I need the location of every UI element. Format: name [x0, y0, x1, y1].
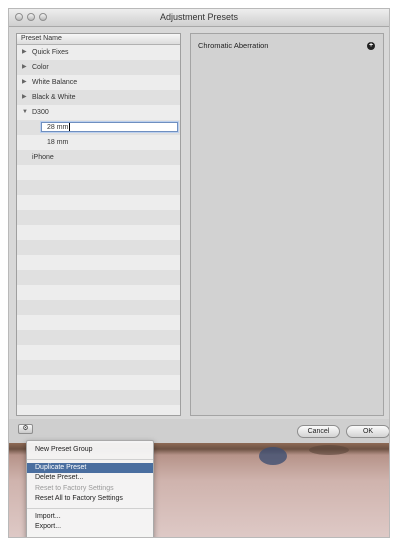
gear-icon: ⚙ [22, 425, 29, 432]
menu-item-delete-preset[interactable]: Delete Preset... [27, 473, 153, 484]
ok-button[interactable]: OK [346, 425, 389, 438]
text-cursor [69, 123, 71, 132]
disclosure-triangle-expanded-icon[interactable]: ▼ [22, 105, 28, 120]
adjustment-name: Chromatic Aberration [198, 41, 269, 50]
disclosure-triangle-icon[interactable]: ▶ [22, 75, 27, 90]
list-item-label: Quick Fixes [32, 49, 69, 56]
list-item-label: White Balance [32, 79, 78, 86]
list-item-black-and-white[interactable]: ▶ Black & White [17, 90, 180, 105]
gear-menu-button[interactable]: ⚙ [18, 424, 33, 434]
list-item-color[interactable]: ▶ Color [17, 60, 180, 75]
list-item-label: Color [32, 64, 49, 71]
plus-circle-icon[interactable]: + [367, 42, 375, 50]
list-item-white-balance[interactable]: ▶ White Balance [17, 75, 180, 90]
menu-item-reset-all-to-factory[interactable]: Reset All to Factory Settings [27, 494, 153, 505]
photo-detail [259, 447, 287, 465]
preset-detail-pane: Chromatic Aberration + [190, 33, 384, 416]
menu-item-import[interactable]: Import... [27, 512, 153, 523]
title-bar[interactable]: Adjustment Presets [9, 9, 389, 27]
list-item-iphone[interactable]: iPhone [17, 150, 180, 165]
disclosure-triangle-icon[interactable]: ▶ [22, 45, 27, 60]
menu-item-reset-to-factory: Reset to Factory Settings [35, 484, 114, 492]
menu-separator [27, 458, 153, 460]
preset-rows: ▶ Quick Fixes ▶ Color ▶ White Balance ▶ … [17, 45, 180, 415]
menu-item-duplicate-preset[interactable]: Duplicate Preset [27, 462, 153, 473]
menu-separator [27, 507, 153, 509]
adjustment-presets-window: Adjustment Presets Preset Name ▶ Quick F… [8, 8, 390, 538]
window-title: Adjustment Presets [159, 12, 239, 22]
list-item-label: 18 mm [47, 139, 69, 146]
list-item-18mm[interactable]: 18 mm [17, 135, 180, 150]
cancel-button[interactable]: Cancel [297, 425, 340, 438]
list-item-quick-fixes[interactable]: ▶ Quick Fixes [17, 45, 180, 60]
list-item-label: iPhone [32, 154, 54, 161]
preset-list: Preset Name ▶ Quick Fixes ▶ Color ▶ Whit… [16, 33, 181, 416]
list-item-28mm[interactable]: 28 mm [17, 120, 180, 135]
list-item-label: D300 [32, 109, 49, 116]
photo-detail [309, 445, 349, 455]
menu-item-new-preset-group[interactable]: New Preset Group [27, 445, 153, 456]
menu-item-export[interactable]: Export... [27, 522, 153, 533]
list-item-label: Black & White [32, 94, 76, 101]
disclosure-triangle-icon[interactable]: ▶ [22, 60, 27, 75]
rename-field-text: 28 mm [47, 123, 71, 132]
gear-context-menu: New Preset Group Duplicate Preset Delete… [26, 440, 154, 537]
disclosure-triangle-icon[interactable]: ▶ [22, 90, 27, 105]
column-header-preset-name[interactable]: Preset Name [17, 34, 180, 45]
list-item-d300[interactable]: ▼ D300 [17, 105, 180, 120]
